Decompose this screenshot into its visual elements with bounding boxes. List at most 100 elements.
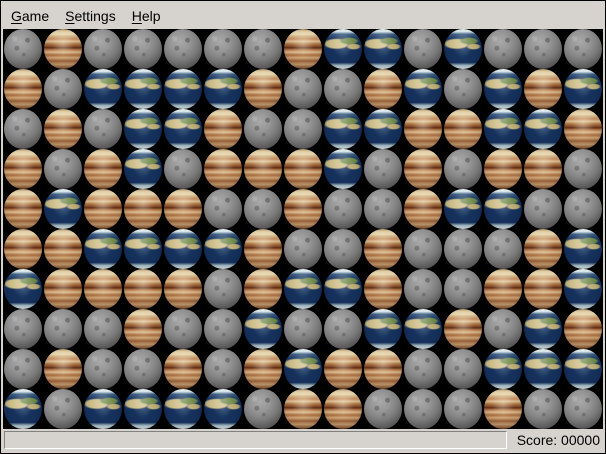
ball-earth[interactable]	[83, 389, 123, 429]
ball-earth[interactable]	[323, 269, 363, 309]
ball-jupiter[interactable]	[363, 229, 403, 269]
ball-earth[interactable]	[123, 69, 163, 109]
ball-moon[interactable]	[163, 29, 203, 69]
ball-jupiter[interactable]	[3, 229, 43, 269]
ball-earth[interactable]	[483, 69, 523, 109]
ball-earth[interactable]	[3, 269, 43, 309]
ball-moon[interactable]	[3, 109, 43, 149]
ball-jupiter[interactable]	[43, 349, 83, 389]
ball-moon[interactable]	[563, 149, 603, 189]
ball-earth[interactable]	[563, 269, 603, 309]
ball-earth[interactable]	[123, 109, 163, 149]
ball-moon[interactable]	[123, 349, 163, 389]
ball-earth[interactable]	[283, 349, 323, 389]
ball-earth[interactable]	[83, 229, 123, 269]
ball-moon[interactable]	[443, 349, 483, 389]
ball-jupiter[interactable]	[3, 149, 43, 189]
ball-moon[interactable]	[523, 389, 563, 429]
ball-earth[interactable]	[443, 189, 483, 229]
ball-earth[interactable]	[203, 389, 243, 429]
ball-moon[interactable]	[83, 109, 123, 149]
ball-jupiter[interactable]	[43, 29, 83, 69]
ball-moon[interactable]	[243, 109, 283, 149]
ball-jupiter[interactable]	[403, 109, 443, 149]
ball-moon[interactable]	[443, 229, 483, 269]
ball-jupiter[interactable]	[483, 389, 523, 429]
ball-jupiter[interactable]	[563, 109, 603, 149]
ball-earth[interactable]	[523, 309, 563, 349]
ball-earth[interactable]	[163, 69, 203, 109]
ball-jupiter[interactable]	[43, 269, 83, 309]
ball-jupiter[interactable]	[523, 269, 563, 309]
ball-jupiter[interactable]	[163, 189, 203, 229]
ball-moon[interactable]	[203, 349, 243, 389]
ball-earth[interactable]	[483, 349, 523, 389]
ball-earth[interactable]	[203, 69, 243, 109]
ball-jupiter[interactable]	[243, 229, 283, 269]
ball-moon[interactable]	[403, 29, 443, 69]
ball-moon[interactable]	[363, 149, 403, 189]
ball-earth[interactable]	[563, 69, 603, 109]
ball-jupiter[interactable]	[283, 29, 323, 69]
ball-jupiter[interactable]	[523, 149, 563, 189]
ball-earth[interactable]	[563, 349, 603, 389]
ball-moon[interactable]	[283, 229, 323, 269]
ball-earth[interactable]	[403, 69, 443, 109]
ball-jupiter[interactable]	[3, 189, 43, 229]
ball-moon[interactable]	[363, 189, 403, 229]
ball-jupiter[interactable]	[283, 189, 323, 229]
ball-jupiter[interactable]	[523, 229, 563, 269]
ball-earth[interactable]	[123, 389, 163, 429]
ball-moon[interactable]	[203, 309, 243, 349]
ball-jupiter[interactable]	[163, 349, 203, 389]
ball-earth[interactable]	[363, 309, 403, 349]
ball-earth[interactable]	[323, 149, 363, 189]
ball-jupiter[interactable]	[243, 149, 283, 189]
ball-moon[interactable]	[163, 149, 203, 189]
ball-moon[interactable]	[43, 309, 83, 349]
ball-jupiter[interactable]	[123, 189, 163, 229]
ball-jupiter[interactable]	[83, 149, 123, 189]
ball-earth[interactable]	[563, 229, 603, 269]
ball-jupiter[interactable]	[163, 269, 203, 309]
ball-earth[interactable]	[163, 229, 203, 269]
ball-moon[interactable]	[43, 69, 83, 109]
ball-jupiter[interactable]	[363, 349, 403, 389]
ball-earth[interactable]	[243, 309, 283, 349]
ball-moon[interactable]	[83, 349, 123, 389]
ball-moon[interactable]	[123, 29, 163, 69]
ball-moon[interactable]	[403, 349, 443, 389]
menu-game[interactable]: Game	[5, 6, 55, 26]
ball-moon[interactable]	[43, 389, 83, 429]
ball-jupiter[interactable]	[243, 269, 283, 309]
ball-earth[interactable]	[523, 349, 563, 389]
ball-moon[interactable]	[3, 349, 43, 389]
ball-earth[interactable]	[403, 309, 443, 349]
ball-jupiter[interactable]	[323, 349, 363, 389]
ball-moon[interactable]	[323, 229, 363, 269]
ball-jupiter[interactable]	[323, 389, 363, 429]
ball-earth[interactable]	[123, 149, 163, 189]
ball-moon[interactable]	[563, 29, 603, 69]
ball-moon[interactable]	[43, 149, 83, 189]
ball-jupiter[interactable]	[403, 189, 443, 229]
ball-jupiter[interactable]	[443, 109, 483, 149]
ball-moon[interactable]	[243, 389, 283, 429]
ball-jupiter[interactable]	[83, 189, 123, 229]
ball-moon[interactable]	[483, 309, 523, 349]
ball-earth[interactable]	[483, 189, 523, 229]
ball-moon[interactable]	[203, 189, 243, 229]
ball-jupiter[interactable]	[203, 149, 243, 189]
ball-moon[interactable]	[443, 69, 483, 109]
ball-earth[interactable]	[443, 29, 483, 69]
ball-jupiter[interactable]	[83, 269, 123, 309]
ball-jupiter[interactable]	[123, 309, 163, 349]
ball-earth[interactable]	[323, 109, 363, 149]
ball-jupiter[interactable]	[283, 149, 323, 189]
ball-jupiter[interactable]	[563, 309, 603, 349]
ball-moon[interactable]	[443, 389, 483, 429]
ball-moon[interactable]	[323, 309, 363, 349]
ball-earth[interactable]	[363, 109, 403, 149]
menu-settings[interactable]: Settings	[59, 6, 122, 26]
ball-jupiter[interactable]	[363, 269, 403, 309]
